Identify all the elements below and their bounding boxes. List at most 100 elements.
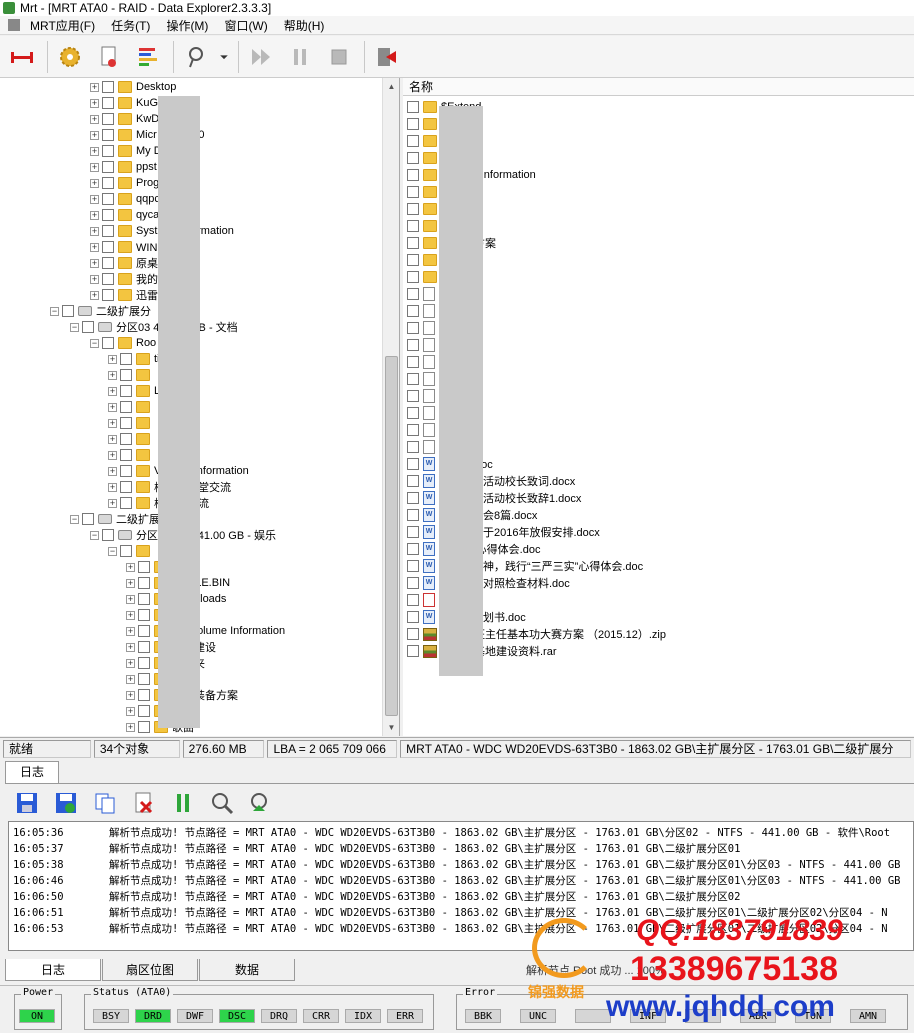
tree-checkbox[interactable]: [102, 113, 114, 125]
list-checkbox[interactable]: [407, 169, 419, 181]
list-checkbox[interactable]: [407, 220, 419, 232]
expand-toggle-icon[interactable]: +: [108, 450, 117, 460]
tree-node[interactable]: − 二级扩展分: [50, 303, 151, 319]
list-checkbox[interactable]: [407, 135, 419, 147]
list-item[interactable]: [407, 422, 439, 438]
tree-checkbox[interactable]: [120, 465, 132, 477]
tree-checkbox[interactable]: [120, 481, 132, 493]
list-checkbox[interactable]: [407, 628, 419, 640]
log-pause-button[interactable]: [169, 789, 197, 817]
list-checkbox[interactable]: [407, 339, 419, 351]
menu-window[interactable]: 窗口(W): [216, 17, 275, 34]
expand-toggle-icon[interactable]: +: [90, 98, 99, 108]
tree-node[interactable]: + em Volume Information: [126, 623, 285, 639]
expand-toggle-icon[interactable]: −: [70, 322, 79, 332]
menu-operation[interactable]: 操作(M): [158, 17, 216, 34]
tree-checkbox[interactable]: [102, 257, 114, 269]
tree-node[interactable]: + Desktop: [90, 79, 176, 95]
list-checkbox[interactable]: [407, 254, 419, 266]
expand-toggle-icon[interactable]: +: [126, 690, 135, 700]
list-item[interactable]: W 元旦庆祝活动校长致辞1.docx: [407, 490, 581, 506]
list-item[interactable]: W 元旦庆祝活动校长致词.docx: [407, 473, 575, 489]
tree-checkbox[interactable]: [138, 609, 150, 621]
tree-checkbox[interactable]: [82, 321, 94, 333]
column-header-name[interactable]: 名称: [403, 78, 914, 96]
expand-toggle-icon[interactable]: +: [108, 354, 117, 364]
expand-toggle-icon[interactable]: +: [90, 162, 99, 172]
expand-toggle-icon[interactable]: −: [90, 338, 99, 348]
tab-log[interactable]: 日志: [5, 761, 59, 783]
tree-checkbox[interactable]: [138, 673, 150, 685]
expand-toggle-icon[interactable]: +: [126, 722, 135, 732]
expand-toggle-icon[interactable]: +: [126, 610, 135, 620]
expand-toggle-icon[interactable]: +: [126, 658, 135, 668]
tree-node[interactable]: −: [108, 543, 154, 559]
list-item[interactable]: W 三严三实对照检查材料.doc: [407, 575, 570, 591]
expand-toggle-icon[interactable]: +: [108, 482, 117, 492]
tab-sector-bitmap[interactable]: 扇区位图: [102, 959, 198, 981]
expand-toggle-icon[interactable]: −: [50, 306, 59, 316]
expand-toggle-icon[interactable]: +: [108, 466, 117, 476]
tree-checkbox[interactable]: [102, 177, 114, 189]
menu-help[interactable]: 帮助(H): [276, 17, 333, 34]
list-checkbox[interactable]: [407, 186, 419, 198]
tree-checkbox[interactable]: [102, 193, 114, 205]
list-item[interactable]: [407, 371, 439, 387]
tree-node[interactable]: +: [108, 415, 154, 431]
tree-checkbox[interactable]: [102, 273, 114, 285]
list-item[interactable]: [407, 337, 439, 353]
tree-node[interactable]: −分区03 441.00 GB - 文档: [70, 319, 238, 335]
scroll-up-icon[interactable]: ▲: [383, 78, 399, 95]
tree-node[interactable]: + ppst: [90, 159, 157, 175]
tree-checkbox[interactable]: [138, 721, 150, 733]
list-item[interactable]: [407, 354, 439, 370]
tree-checkbox[interactable]: [102, 289, 114, 301]
expand-toggle-icon[interactable]: +: [126, 594, 135, 604]
pause-button[interactable]: [282, 40, 318, 74]
list-checkbox[interactable]: [407, 458, 419, 470]
tree-checkbox[interactable]: [138, 593, 150, 605]
stop-button[interactable]: [321, 40, 357, 74]
tree-checkbox[interactable]: [138, 641, 150, 653]
tree-checkbox[interactable]: [62, 305, 74, 317]
tree-node[interactable]: +: [108, 447, 154, 463]
tree-node[interactable]: + 原桌: [90, 255, 158, 271]
tree-checkbox[interactable]: [102, 161, 114, 173]
list-checkbox[interactable]: [407, 322, 419, 334]
tree-node[interactable]: +: [108, 399, 154, 415]
list-checkbox[interactable]: [407, 288, 419, 300]
list-checkbox[interactable]: [407, 577, 419, 589]
expand-toggle-icon[interactable]: +: [90, 290, 99, 300]
expand-toggle-icon[interactable]: +: [126, 626, 135, 636]
expand-toggle-icon[interactable]: +: [126, 706, 135, 716]
list-checkbox[interactable]: [407, 560, 419, 572]
expand-toggle-icon[interactable]: +: [90, 210, 99, 220]
expand-toggle-icon[interactable]: +: [90, 82, 99, 92]
expand-toggle-icon[interactable]: +: [90, 194, 99, 204]
expand-toggle-icon[interactable]: +: [126, 674, 135, 684]
expand-toggle-icon[interactable]: +: [126, 578, 135, 588]
tree-node[interactable]: + KwD: [90, 111, 159, 127]
list-checkbox[interactable]: [407, 526, 419, 538]
list-checkbox[interactable]: [407, 305, 419, 317]
log-download-button[interactable]: [247, 789, 275, 817]
tree-checkbox[interactable]: [138, 625, 150, 637]
list-checkbox[interactable]: [407, 373, 419, 385]
tree-node[interactable]: +: [108, 431, 154, 447]
list-item[interactable]: [407, 286, 439, 302]
tree-checkbox[interactable]: [120, 449, 132, 461]
list-checkbox[interactable]: [407, 611, 419, 623]
list-checkbox[interactable]: [407, 492, 419, 504]
tree-node[interactable]: +: [108, 367, 154, 383]
tree-node[interactable]: + Prog s: [90, 175, 168, 191]
expand-toggle-icon[interactable]: −: [70, 514, 79, 524]
list-checkbox[interactable]: [407, 390, 419, 402]
expand-toggle-icon[interactable]: +: [108, 498, 117, 508]
tree-checkbox[interactable]: [120, 545, 132, 557]
list-checkbox[interactable]: [407, 101, 419, 113]
tree-checkbox[interactable]: [102, 337, 114, 349]
tab-data[interactable]: 数据: [199, 959, 295, 981]
expand-toggle-icon[interactable]: +: [90, 226, 99, 236]
tree-checkbox[interactable]: [102, 145, 114, 157]
directory-tree[interactable]: +Desktop+KuG+KwD+Micr fice 2010+My D nts…: [0, 78, 400, 736]
